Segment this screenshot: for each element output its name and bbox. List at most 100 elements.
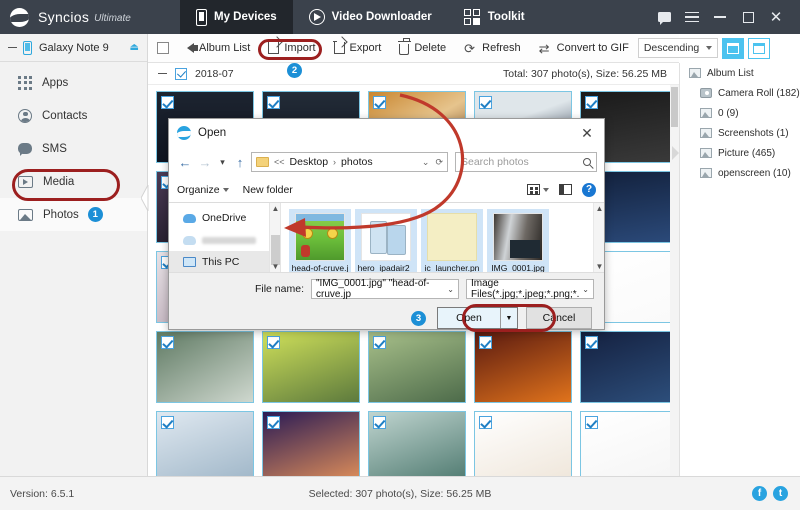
scroll-down-icon[interactable]: ▼ [270,261,281,272]
syncios-logo-icon [10,8,29,27]
refresh-icon[interactable]: ⟳ [435,157,443,168]
sort-order-select[interactable]: Descending [638,38,718,58]
photo-thumbnail[interactable] [474,411,572,476]
sidebar-item-sms[interactable]: SMS [0,132,147,165]
scroll-down-icon[interactable]: ▼ [594,261,604,272]
calendar-view-button[interactable] [722,38,744,59]
select-all-checkbox[interactable] [157,42,169,54]
menu-button[interactable] [678,2,706,32]
tree-item-this-pc[interactable]: This PC [169,251,280,272]
file-list-scrollbar[interactable]: ▲ ▼ [593,203,604,272]
tree-item-onedrive[interactable]: OneDrive [169,207,280,229]
breadcrumb-bar[interactable]: << Desktop › photos ⌄ ⟳ [251,152,448,172]
sidebar-item-media[interactable]: Media [0,165,147,198]
help-icon[interactable]: ? [582,183,596,197]
album-item-0[interactable]: 0 (9) [680,103,800,123]
chevron-down-icon[interactable]: ⌄ [582,285,589,294]
photo-checkbox[interactable] [161,416,174,429]
view-options-button[interactable] [527,184,549,195]
photo-checkbox[interactable] [373,416,386,429]
dialog-file-list[interactable]: head-of-cruve.jpg hero_ipadair2_ipadmini… [281,203,604,272]
photo-thumbnail[interactable] [368,331,466,403]
grid-scrollbar-thumb[interactable] [671,87,678,127]
chevron-down-icon[interactable]: ⌄ [447,285,454,294]
dialog-close-button[interactable]: ✕ [576,125,598,142]
convert-gif-button[interactable]: ⇄ Convert to GIF [530,36,638,61]
photo-thumbnail[interactable] [262,331,360,403]
sidebar-item-photos[interactable]: Photos 1 [0,198,147,231]
import-button[interactable]: Import [259,36,324,61]
feedback-button[interactable] [650,2,678,32]
tab-video-downloader[interactable]: Video Downloader [293,0,448,34]
photo-thumbnail[interactable] [474,331,572,403]
device-row[interactable]: Galaxy Note 9 ⏏ [0,34,147,62]
photo-checkbox[interactable] [479,416,492,429]
photo-checkbox[interactable] [267,416,280,429]
file-name-input[interactable]: "IMG_0001.jpg" "head-of-cruve.jp ⌄ [311,279,459,299]
photo-checkbox[interactable] [585,336,598,349]
file-item-ic-launcher[interactable]: ic_launcher.png [421,209,483,272]
album-item-camera-roll[interactable]: Camera Roll (182) [680,83,800,103]
preview-pane-icon[interactable] [559,184,572,195]
file-item-img-0001[interactable]: IMG_0001.jpg [487,209,549,272]
photo-checkbox[interactable] [267,336,280,349]
close-button[interactable]: ✕ [762,2,790,32]
tab-toolkit[interactable]: Toolkit [448,0,541,34]
group-checkbox[interactable] [175,68,187,80]
file-type-select[interactable]: Image Files(*.jpg;*.jpeg;*.png;*. ⌄ [466,279,594,299]
grid-scrollbar[interactable] [670,85,679,476]
breadcrumb-desktop[interactable]: Desktop [290,156,329,168]
sidebar-item-apps[interactable]: Apps [0,66,147,99]
tree-scrollbar[interactable]: ▲ ▼ [269,203,280,272]
scroll-up-icon[interactable]: ▲ [594,203,604,214]
scroll-up-icon[interactable]: ▲ [270,203,281,214]
album-item-picture[interactable]: Picture (465) [680,143,800,163]
photo-checkbox[interactable] [161,96,174,109]
minimize-button[interactable] [706,2,734,32]
eject-icon[interactable]: ⏏ [130,42,139,53]
cancel-button[interactable]: Cancel [526,307,592,329]
file-item-head-of-cruve[interactable]: head-of-cruve.jpg [289,209,351,272]
photo-checkbox[interactable] [479,96,492,109]
export-button[interactable]: Export [325,36,391,61]
album-list-button[interactable]: Album List [178,36,259,61]
tree-item-blurred[interactable] [169,229,280,251]
photo-thumbnail[interactable] [156,411,254,476]
nav-back-button[interactable]: ← [176,155,194,170]
nav-forward-button[interactable]: → [196,155,214,170]
photo-checkbox[interactable] [585,416,598,429]
album-list-panel: Album List Camera Roll (182) 0 (9) Scree… [679,63,800,476]
tab-my-devices[interactable]: My Devices [180,0,293,34]
refresh-button[interactable]: ⟳ Refresh [455,36,530,61]
maximize-button[interactable] [734,2,762,32]
photo-thumbnail[interactable] [262,411,360,476]
photo-thumbnail[interactable] [580,331,678,403]
breadcrumb-photos[interactable]: photos [341,156,373,168]
photo-checkbox[interactable] [267,96,280,109]
photo-thumbnail[interactable] [368,411,466,476]
new-folder-button[interactable]: New folder [243,184,293,196]
file-item-hero-ipad[interactable]: hero_ipadair2_ipadmini4_2015_2x.jpg [355,209,417,272]
chevron-down-icon[interactable]: ⌄ [422,157,430,168]
group-collapse-icon[interactable] [158,73,167,75]
album-view-button[interactable] [748,38,770,59]
album-item-screenshots[interactable]: Screenshots (1) [680,123,800,143]
nav-recent-button[interactable]: ▾ [216,157,229,168]
search-input[interactable]: Search photos [455,152,597,172]
photo-checkbox[interactable] [161,336,174,349]
photo-thumbnail[interactable] [580,411,678,476]
open-button-group[interactable]: Open ▼ [437,307,518,329]
photo-thumbnail[interactable] [156,331,254,403]
photo-checkbox[interactable] [479,336,492,349]
organize-button[interactable]: Organize [177,184,229,196]
photo-checkbox[interactable] [373,96,386,109]
sidebar-item-contacts[interactable]: Contacts [0,99,147,132]
nav-up-button[interactable]: ↑ [231,155,249,170]
album-item-openscreen[interactable]: openscreen (10) [680,163,800,183]
delete-button[interactable]: Delete [390,36,455,61]
photo-checkbox[interactable] [373,336,386,349]
sidebar-collapse-handle[interactable] [141,185,149,211]
photo-checkbox[interactable] [585,96,598,109]
open-button[interactable]: Open [438,308,500,328]
open-dropdown-button[interactable]: ▼ [500,308,517,328]
